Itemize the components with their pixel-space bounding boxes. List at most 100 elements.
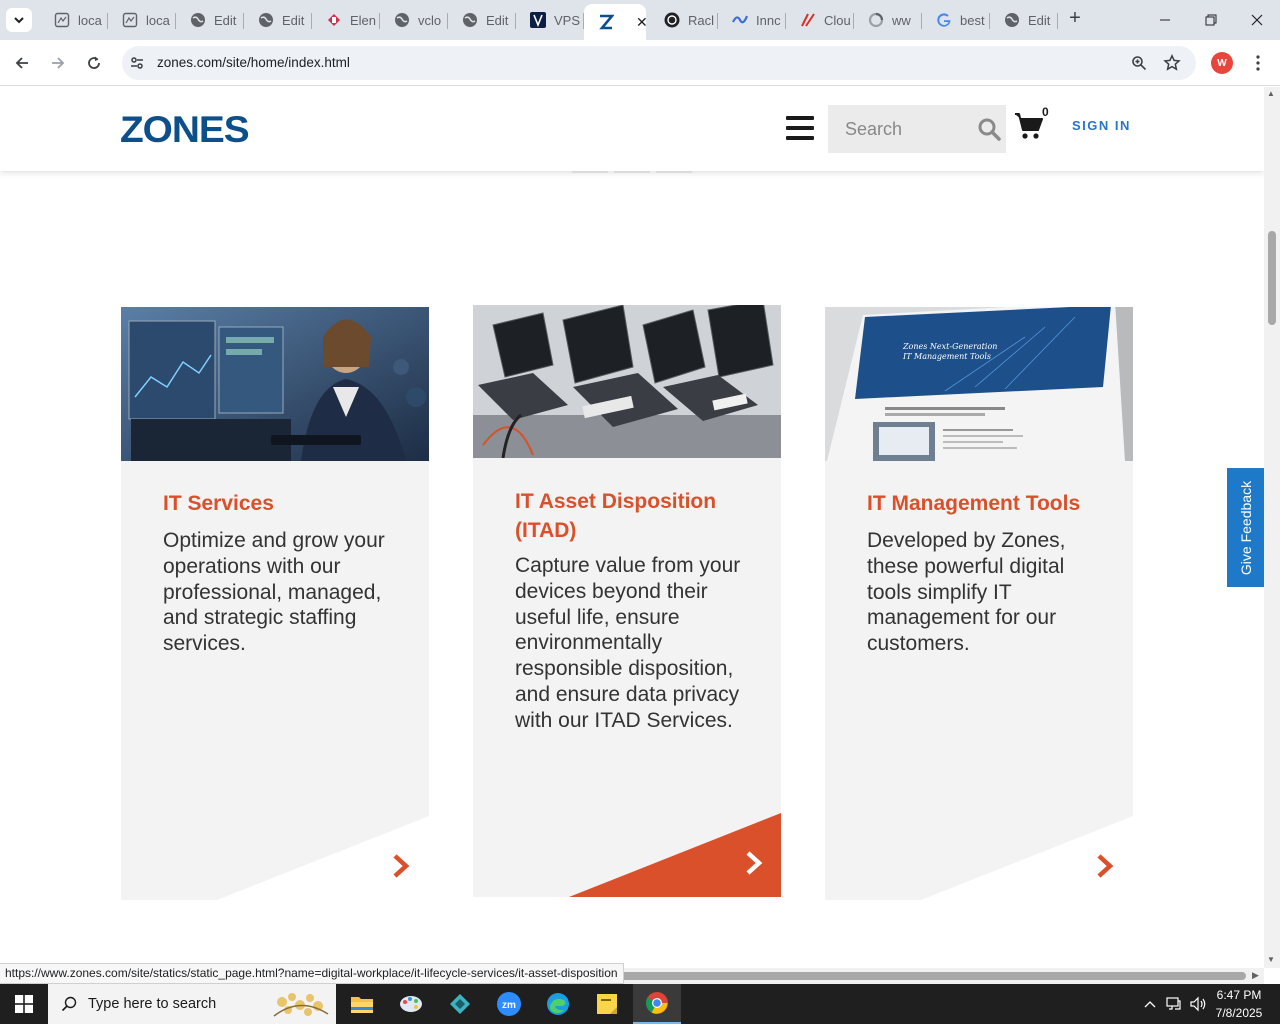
- back-arrow-icon: [15, 57, 28, 69]
- globe-icon: [258, 12, 274, 28]
- reload-button[interactable]: [81, 50, 107, 76]
- bookmark-star-icon[interactable]: [1163, 54, 1181, 72]
- scroll-up-icon[interactable]: ▲: [1267, 89, 1275, 98]
- scroll-right-icon[interactable]: ▶: [1252, 970, 1259, 981]
- card-title[interactable]: IT Services: [163, 489, 403, 518]
- zoom-app-icon: zm: [497, 992, 521, 1016]
- browser-tab[interactable]: Racl: [650, 5, 718, 35]
- chevron-right-icon: [746, 851, 763, 875]
- clock-date: 7/8/2025: [1215, 1006, 1263, 1020]
- globe-icon: [190, 12, 206, 28]
- card-title[interactable]: IT Asset Disposition (ITAD): [515, 487, 755, 545]
- volume-tray-icon[interactable]: [1187, 984, 1209, 1024]
- browser-tab[interactable]: best: [922, 5, 990, 35]
- sign-in-link[interactable]: SIGN IN: [1072, 118, 1131, 133]
- site-info-icon[interactable]: [128, 54, 146, 72]
- chevron-down-icon: [14, 17, 24, 24]
- browser-menu-button[interactable]: [1250, 52, 1266, 74]
- show-hidden-icons-button[interactable]: [1141, 984, 1159, 1024]
- network-tray-icon[interactable]: [1163, 984, 1185, 1024]
- new-tab-button[interactable]: +: [1064, 8, 1086, 30]
- minimize-icon: [1160, 19, 1170, 21]
- forward-button[interactable]: [45, 50, 71, 76]
- tab-label: vclo: [418, 12, 442, 28]
- close-window-button[interactable]: [1234, 0, 1280, 40]
- browser-tab[interactable]: VPS: [516, 5, 584, 35]
- elementor-icon: [326, 12, 342, 28]
- taskbar-search-placeholder[interactable]: Type here to search: [88, 996, 216, 1012]
- card-arrow-button[interactable]: [742, 848, 766, 878]
- edge-taskbar-button[interactable]: [534, 984, 582, 1024]
- it-services-image: [121, 307, 429, 461]
- forward-arrow-icon: [52, 57, 65, 69]
- vertical-scrollbar[interactable]: ▲ ▼: [1264, 87, 1280, 968]
- start-button[interactable]: [0, 984, 48, 1024]
- system-clock[interactable]: 6:47 PM 7/8/2025: [1207, 986, 1271, 1022]
- clock-time: 6:47 PM: [1216, 988, 1262, 1002]
- card-arrow-button[interactable]: [1093, 851, 1117, 881]
- app-diamond-taskbar-button[interactable]: [436, 984, 484, 1024]
- it-management-image: Zones Next-Generation IT Management Tool…: [825, 307, 1133, 461]
- zoom-taskbar-button[interactable]: zm: [485, 984, 533, 1024]
- reload-icon: [88, 56, 100, 69]
- browser-tab[interactable]: ww: [854, 5, 922, 35]
- browser-tab[interactable]: Elen: [312, 5, 380, 35]
- browser-tab[interactable]: loca: [108, 5, 176, 35]
- google-icon: [936, 12, 952, 28]
- browser-tab[interactable]: ✕: [584, 4, 646, 40]
- speaker-icon: [1190, 996, 1206, 1012]
- vertical-scroll-thumb[interactable]: [1268, 231, 1276, 325]
- minimize-button[interactable]: [1142, 0, 1188, 40]
- browser-tab[interactable]: Innc: [718, 5, 786, 35]
- address-bar[interactable]: zones.com/site/home/index.html: [122, 46, 1196, 80]
- zones-logo[interactable]: ZONES: [120, 109, 250, 151]
- cloud-icon: [800, 12, 816, 28]
- browser-tab[interactable]: vclo: [380, 5, 448, 35]
- link-status-bar: https://www.zones.com/site/statics/stati…: [0, 963, 624, 984]
- browser-tab[interactable]: Edit: [176, 5, 244, 35]
- chrome-browser-icon: [646, 992, 668, 1014]
- close-tab-icon[interactable]: ✕: [636, 14, 646, 31]
- tab-label: Clou: [824, 12, 851, 28]
- card-wedge: [921, 816, 1133, 900]
- innovation-icon: [732, 12, 748, 28]
- globe-icon: [1004, 12, 1020, 28]
- scroll-down-icon[interactable]: ▼: [1267, 955, 1275, 964]
- site-search[interactable]: Search: [828, 105, 1006, 153]
- globe-icon: [462, 12, 478, 28]
- zoom-icon[interactable]: [1130, 54, 1148, 72]
- card-title[interactable]: IT Management Tools: [867, 489, 1107, 518]
- browser-tab[interactable]: Clou: [786, 5, 854, 35]
- restore-button[interactable]: [1188, 0, 1234, 40]
- browser-tab[interactable]: Edit: [990, 5, 1058, 35]
- search-button[interactable]: [971, 105, 1006, 153]
- sticky-notes-taskbar-button[interactable]: [583, 984, 631, 1024]
- browser-tab[interactable]: loca: [40, 5, 108, 35]
- taskbar-search-box[interactable]: Type here to search: [48, 984, 336, 1024]
- file-explorer-taskbar-button[interactable]: [338, 984, 386, 1024]
- card-arrow-button[interactable]: [389, 851, 413, 881]
- browser-tab[interactable]: Edit: [448, 5, 516, 35]
- mock-heading: Zones Next-Generation: [902, 342, 997, 351]
- carousel-indicators: [572, 171, 692, 173]
- profile-avatar[interactable]: W: [1211, 52, 1233, 74]
- horizontal-scroll-thumb[interactable]: [620, 972, 1246, 980]
- back-button[interactable]: [9, 50, 35, 76]
- card-wedge: [217, 816, 429, 900]
- card-it-management-tools[interactable]: Zones Next-Generation IT Management Tool…: [825, 307, 1133, 900]
- hamburger-menu-button[interactable]: [786, 114, 814, 142]
- card-itad[interactable]: IT Asset Disposition (ITAD) Capture valu…: [473, 305, 781, 897]
- give-feedback-tab[interactable]: Give Feedback: [1227, 468, 1264, 587]
- paint-taskbar-button[interactable]: [387, 984, 435, 1024]
- card-it-services[interactable]: IT Services Optimize and grow your opera…: [121, 307, 429, 900]
- diamond-app-icon: [450, 994, 470, 1014]
- edge-browser-icon: [547, 993, 569, 1015]
- windows-taskbar: Type here to search zm 6:47 PM 7/8/2025: [0, 984, 1280, 1024]
- network-icon: [1166, 997, 1181, 1010]
- chrome-taskbar-button[interactable]: [633, 984, 681, 1024]
- browser-tab[interactable]: Edit: [244, 5, 312, 35]
- search-input[interactable]: Search: [845, 119, 902, 140]
- url-text[interactable]: zones.com/site/home/index.html: [157, 55, 350, 70]
- tab-search-button[interactable]: [6, 8, 32, 32]
- tab-label: VPS: [554, 12, 581, 28]
